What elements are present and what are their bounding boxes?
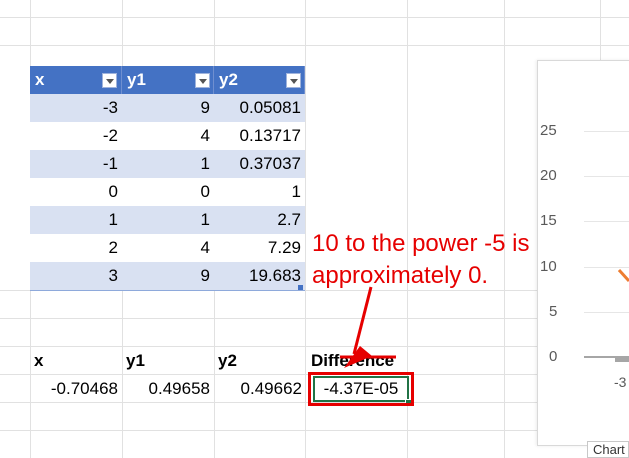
gridline bbox=[584, 131, 629, 132]
series-marker bbox=[615, 358, 629, 362]
y-tick-label: 10 bbox=[540, 258, 557, 275]
annotation-line-1: 10 to the power -5 is bbox=[312, 230, 530, 257]
y-tick-label: 5 bbox=[549, 303, 558, 320]
y-tick-label: 20 bbox=[540, 167, 557, 184]
y-tick-label: 15 bbox=[540, 212, 557, 229]
gridline bbox=[584, 221, 629, 222]
chart-area[interactable]: 25 20 15 10 5 0 -3 bbox=[537, 60, 629, 446]
series-line bbox=[618, 269, 629, 283]
y-tick-label: 0 bbox=[549, 348, 558, 365]
annotation-line-2: approximately 0. bbox=[312, 262, 489, 289]
chart-tab[interactable]: Chart bbox=[587, 441, 629, 458]
annotation-text: 10 to the power -5 is approximately 0. bbox=[312, 228, 572, 292]
gridline bbox=[584, 176, 629, 177]
gridline bbox=[584, 267, 629, 268]
y-tick-label: 25 bbox=[540, 122, 557, 139]
x-tick-label: -3 bbox=[614, 374, 627, 390]
gridline bbox=[584, 312, 629, 313]
